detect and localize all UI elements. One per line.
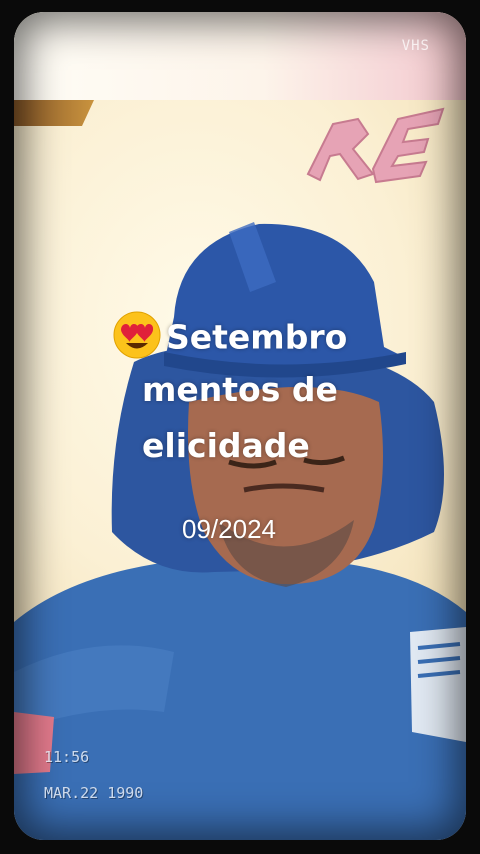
caption-overlay: Setembro mentos de elicidade 09/2024 xyxy=(14,12,466,840)
caption-line-3: elicidade xyxy=(142,426,310,465)
heart-eyes-emoji-icon xyxy=(113,311,161,359)
caption-line-1: Setembro xyxy=(112,311,348,364)
caption-line-2: mentos de xyxy=(142,370,338,409)
caption-date: 09/2024 xyxy=(182,514,276,544)
caption-line-1-text: Setembro xyxy=(166,317,348,357)
photo-frame: VHS 11:56 MAR.22 1990 Setembro mentos de… xyxy=(14,12,466,840)
